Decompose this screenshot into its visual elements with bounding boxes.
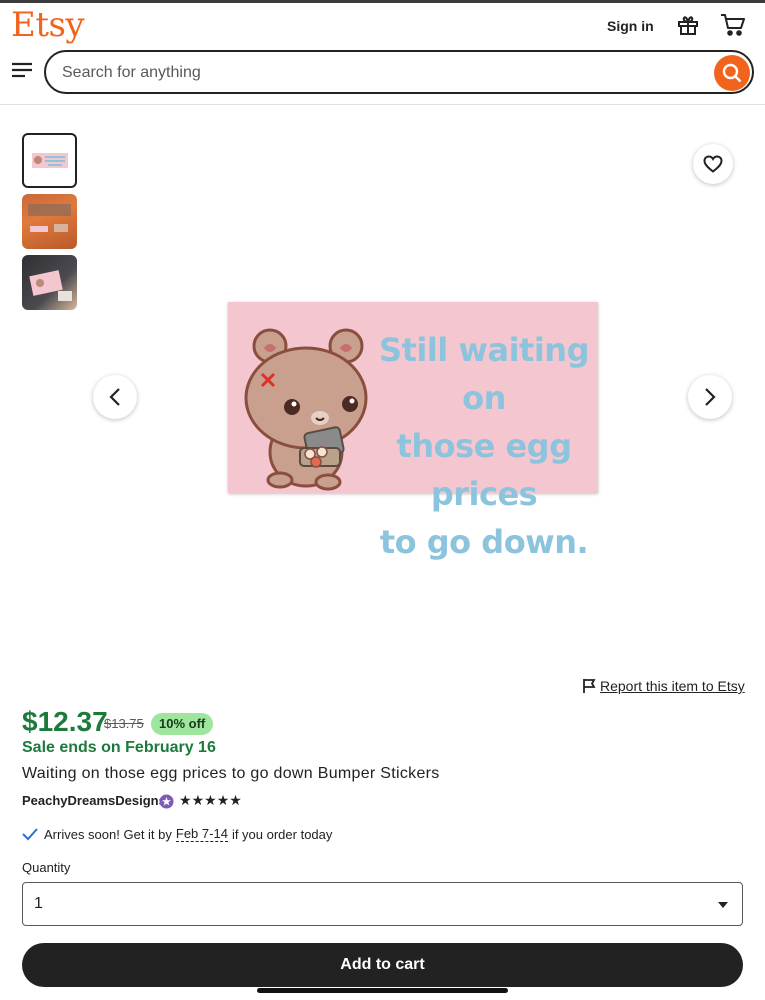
bumper-sticker-image: Still waiting on those egg prices to go … (228, 302, 598, 561)
thumbnail-3[interactable] (22, 255, 77, 310)
delivery-suffix: if you order today (231, 826, 333, 842)
delivery-estimate: Arrives soon! Get it by Feb 7-14 if you … (22, 826, 332, 842)
discount-badge: 10% off (151, 713, 214, 735)
listing-title: Waiting on those egg prices to go down B… (22, 765, 440, 782)
shop-name-link[interactable]: PeachyDreamsDesigns (22, 793, 166, 808)
bear-illustration (244, 328, 368, 491)
sale-price: $12.37 (22, 706, 108, 737)
favorite-button[interactable] (693, 144, 733, 184)
star-icon: ★ (191, 792, 205, 808)
caret-down-icon (718, 902, 728, 908)
rating-stars[interactable]: ★★★★★ (179, 792, 242, 809)
thumbnail-2[interactable] (22, 194, 77, 249)
sticker-line-1: Still waiting on (379, 331, 589, 417)
heart-icon (703, 155, 723, 173)
previous-image-button[interactable] (93, 375, 137, 419)
etsy-logo[interactable]: Etsy (11, 5, 85, 45)
star-seller-badge-icon (159, 794, 174, 809)
thumbnail-1[interactable] (22, 133, 77, 188)
sticker-line-3: to go down. (379, 523, 589, 561)
flag-icon (583, 679, 596, 693)
quantity-value: 1 (34, 895, 43, 912)
next-image-button[interactable] (688, 375, 732, 419)
report-item-link[interactable]: Report this item to Etsy (582, 678, 745, 694)
hamburger-menu-icon[interactable] (11, 61, 33, 79)
sale-ends-text: Sale ends on February 16 (22, 739, 216, 756)
star-icon: ★ (216, 792, 230, 808)
star-icon: ★ (229, 792, 242, 808)
search-icon (722, 63, 742, 83)
sign-in-link[interactable]: Sign in (607, 18, 654, 34)
shopping-cart-icon[interactable] (720, 13, 746, 37)
chevron-left-icon (109, 388, 120, 406)
chevron-right-icon (705, 388, 716, 406)
home-indicator (257, 988, 508, 993)
delivery-dates[interactable]: Feb 7-14 (175, 826, 228, 842)
site-header: Etsy Sign in (0, 3, 765, 105)
quantity-select[interactable]: 1 (22, 882, 743, 926)
search-bar (44, 50, 754, 94)
quantity-label: Quantity (22, 860, 71, 875)
checkmark-icon (22, 828, 38, 841)
original-price: $13.75 (104, 716, 144, 731)
delivery-prefix: Arrives soon! Get it by (44, 826, 172, 842)
add-to-cart-button[interactable]: Add to cart (22, 943, 743, 987)
sticker-line-2: those egg prices (396, 427, 572, 513)
search-input[interactable] (62, 61, 682, 85)
sticker-caption: Still waiting on those egg prices to go … (373, 326, 595, 566)
search-button[interactable] (714, 55, 750, 91)
star-icon: ★ (179, 792, 192, 808)
report-item-label: Report this item to Etsy (600, 678, 745, 694)
gift-icon[interactable] (676, 13, 700, 37)
star-icon: ★ (204, 792, 217, 808)
